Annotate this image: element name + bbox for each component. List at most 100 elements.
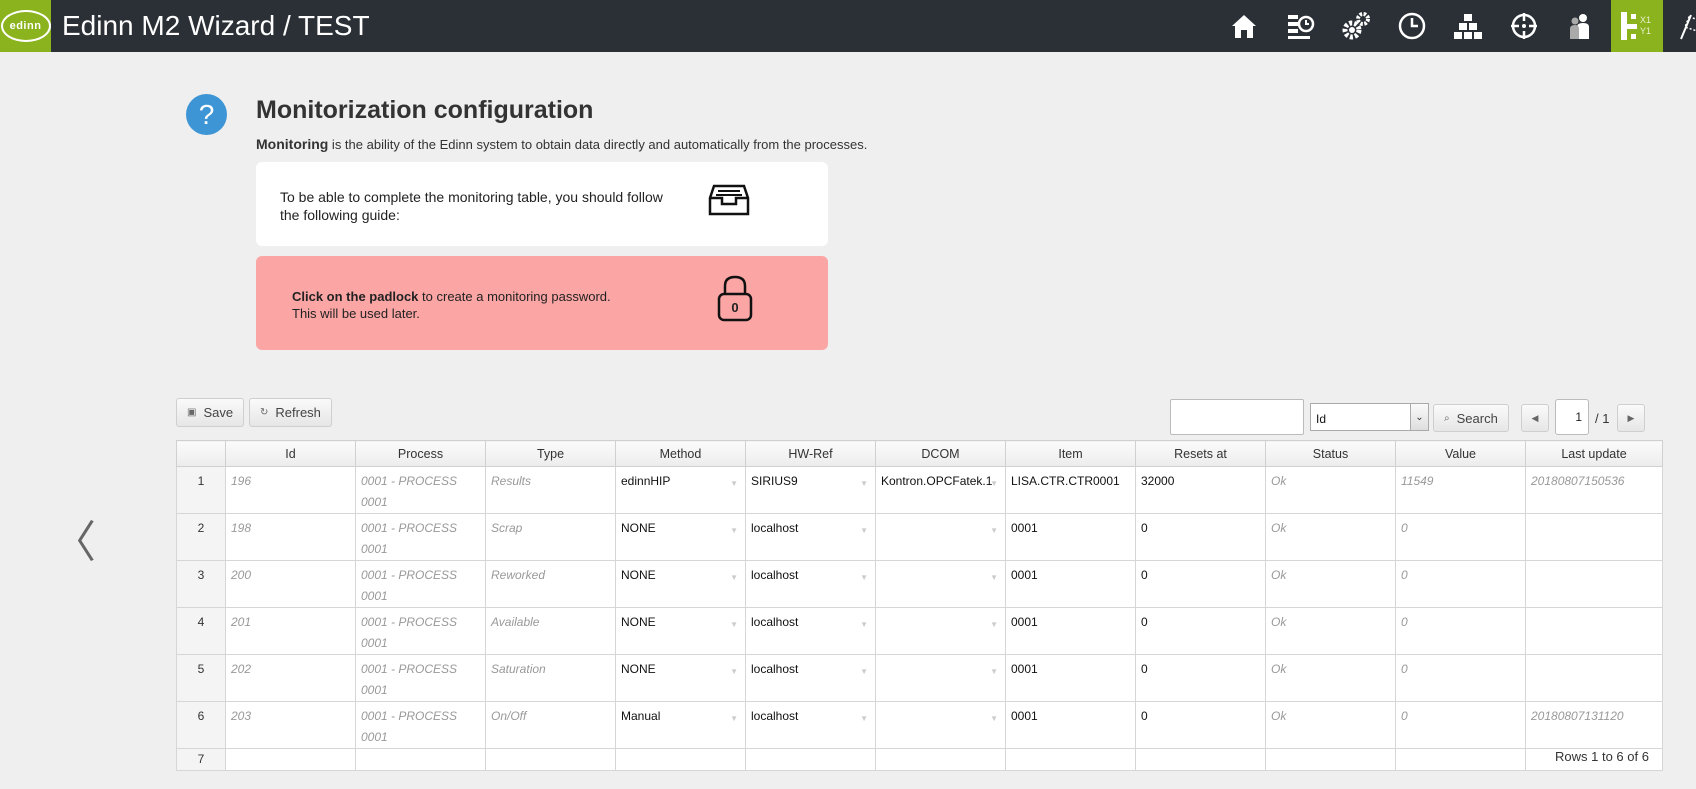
column-header[interactable]: Item <box>1005 440 1136 467</box>
cell-type: Results <box>485 466 616 514</box>
cell-value: 0 <box>1395 607 1526 655</box>
empty-cell[interactable] <box>225 748 356 771</box>
target-icon[interactable] <box>1506 8 1542 44</box>
cell-last-update: 20180807150536 <box>1525 466 1663 514</box>
cell-status: Ok <box>1265 654 1396 702</box>
search-input[interactable] <box>1170 399 1304 435</box>
search-field-select[interactable]: Id ⌄ <box>1310 403 1429 431</box>
finish-flag-icon[interactable] <box>1672 8 1696 44</box>
table-row[interactable]: 3 200 0001 - PROCESS 0001 Reworked NONE … <box>176 560 1663 608</box>
xy-coordinates-icon[interactable]: X1 Y1 <box>1611 0 1663 52</box>
table-row[interactable]: 6 203 0001 - PROCESS 0001 On/Off Manual … <box>176 701 1663 749</box>
cell-hwref-dropdown[interactable]: localhost <box>745 701 876 749</box>
cell-dcom-dropdown[interactable] <box>875 607 1006 655</box>
empty-cell[interactable] <box>1005 748 1136 771</box>
column-header[interactable]: Type <box>485 440 616 467</box>
padlock-icon[interactable]: 0 <box>716 274 754 322</box>
cell-method-dropdown[interactable]: NONE <box>615 560 746 608</box>
cell-resets-at[interactable]: 0 <box>1135 560 1266 608</box>
cell-hwref-dropdown[interactable]: localhost <box>745 560 876 608</box>
cell-method-dropdown[interactable]: NONE <box>615 607 746 655</box>
cell-dcom-dropdown[interactable] <box>875 654 1006 702</box>
guide-card: To be able to complete the monitoring ta… <box>256 162 828 246</box>
cell-item[interactable]: 0001 <box>1005 560 1136 608</box>
column-header[interactable]: HW-Ref <box>745 440 876 467</box>
cell-resets-at[interactable]: 0 <box>1135 701 1266 749</box>
cell-hwref-dropdown[interactable]: SIRIUS9 <box>745 466 876 514</box>
clock-icon[interactable] <box>1394 8 1430 44</box>
table-row-empty[interactable]: 7 <box>176 748 1663 771</box>
column-header[interactable]: Process <box>355 440 486 467</box>
cell-item[interactable]: 0001 <box>1005 607 1136 655</box>
cell-item[interactable]: 0001 <box>1005 701 1136 749</box>
cell-last-update <box>1525 513 1663 561</box>
cell-dcom-dropdown[interactable] <box>875 560 1006 608</box>
empty-cell[interactable] <box>875 748 1006 771</box>
table-row[interactable]: 1 196 0001 - PROCESS 0001 Results edinnH… <box>176 466 1663 514</box>
cell-method-dropdown[interactable]: Manual <box>615 701 746 749</box>
next-page-button[interactable]: ▶ <box>1617 404 1645 432</box>
padlock-card: Click on the padlock to create a monitor… <box>256 256 828 350</box>
cell-last-update <box>1525 607 1663 655</box>
monitoring-table: Id Process Type Method HW-Ref DCOM Item … <box>176 440 1663 771</box>
cell-id: 202 <box>225 654 356 702</box>
empty-cell[interactable] <box>1135 748 1266 771</box>
edinn-logo[interactable]: edinn <box>0 0 51 52</box>
empty-cell[interactable] <box>355 748 486 771</box>
page-number-input[interactable]: 1 <box>1555 399 1589 435</box>
prev-page-button[interactable]: ◀ <box>1521 404 1549 432</box>
column-header[interactable]: Id <box>225 440 356 467</box>
users-icon[interactable] <box>1562 8 1598 44</box>
cell-resets-at[interactable]: 32000 <box>1135 466 1266 514</box>
row-number: 7 <box>176 748 226 771</box>
cell-hwref-dropdown[interactable]: localhost <box>745 654 876 702</box>
settings-gears-icon[interactable] <box>1338 8 1374 44</box>
table-row[interactable]: 4 201 0001 - PROCESS 0001 Available NONE… <box>176 607 1663 655</box>
rows-info: Rows 1 to 6 of 6 <box>1555 749 1649 764</box>
inbox-tray-icon[interactable] <box>708 182 750 223</box>
refresh-button[interactable]: ↻ Refresh <box>249 398 332 427</box>
home-icon[interactable] <box>1226 8 1262 44</box>
cell-item[interactable]: LISA.CTR.CTR0001 <box>1005 466 1136 514</box>
cell-hwref-dropdown[interactable]: localhost <box>745 513 876 561</box>
column-header[interactable]: Last update <box>1525 440 1663 467</box>
cell-resets-at[interactable]: 0 <box>1135 513 1266 561</box>
search-icon: ⌕ <box>1444 412 1450 424</box>
cell-resets-at[interactable]: 0 <box>1135 607 1266 655</box>
cell-method-dropdown[interactable]: NONE <box>615 654 746 702</box>
previous-step-arrow-icon[interactable]: 〈 <box>52 506 96 570</box>
help-icon[interactable]: ? <box>186 94 227 135</box>
cell-method-dropdown[interactable]: NONE <box>615 513 746 561</box>
cell-dcom-dropdown[interactable] <box>875 513 1006 561</box>
padlock-instructions-bold: Click on the padlock <box>292 289 419 304</box>
cell-dcom-dropdown[interactable]: Kontron.OPCFatek.1 <box>875 466 1006 514</box>
cell-item[interactable]: 0001 <box>1005 513 1136 561</box>
cell-item[interactable]: 0001 <box>1005 654 1136 702</box>
column-header[interactable]: Value <box>1395 440 1526 467</box>
empty-cell[interactable] <box>485 748 616 771</box>
cell-resets-at[interactable]: 0 <box>1135 654 1266 702</box>
cell-process: 0001 - PROCESS 0001 <box>355 701 486 749</box>
search-button[interactable]: ⌕ Search <box>1433 404 1509 432</box>
column-header[interactable]: Resets at <box>1135 440 1266 467</box>
empty-cell[interactable] <box>1395 748 1526 771</box>
empty-cell[interactable] <box>745 748 876 771</box>
column-header[interactable]: DCOM <box>875 440 1006 467</box>
save-button[interactable]: ▣ Save <box>176 398 245 427</box>
cell-dcom-dropdown[interactable] <box>875 701 1006 749</box>
cell-method-dropdown[interactable]: edinnHIP <box>615 466 746 514</box>
table-row[interactable]: 2 198 0001 - PROCESS 0001 Scrap NONE loc… <box>176 513 1663 561</box>
empty-cell[interactable] <box>1265 748 1396 771</box>
empty-cell[interactable] <box>615 748 746 771</box>
column-header[interactable]: Status <box>1265 440 1396 467</box>
cell-type: Reworked <box>485 560 616 608</box>
column-header[interactable]: Method <box>615 440 746 467</box>
table-row[interactable]: 5 202 0001 - PROCESS 0001 Saturation NON… <box>176 654 1663 702</box>
hierarchy-icon[interactable] <box>1450 8 1486 44</box>
cell-process: 0001 - PROCESS 0001 <box>355 560 486 608</box>
cell-hwref-dropdown[interactable]: localhost <box>745 607 876 655</box>
save-icon: ▣ <box>187 407 197 418</box>
cell-status: Ok <box>1265 466 1396 514</box>
schedule-icon[interactable] <box>1282 8 1318 44</box>
cell-status: Ok <box>1265 513 1396 561</box>
